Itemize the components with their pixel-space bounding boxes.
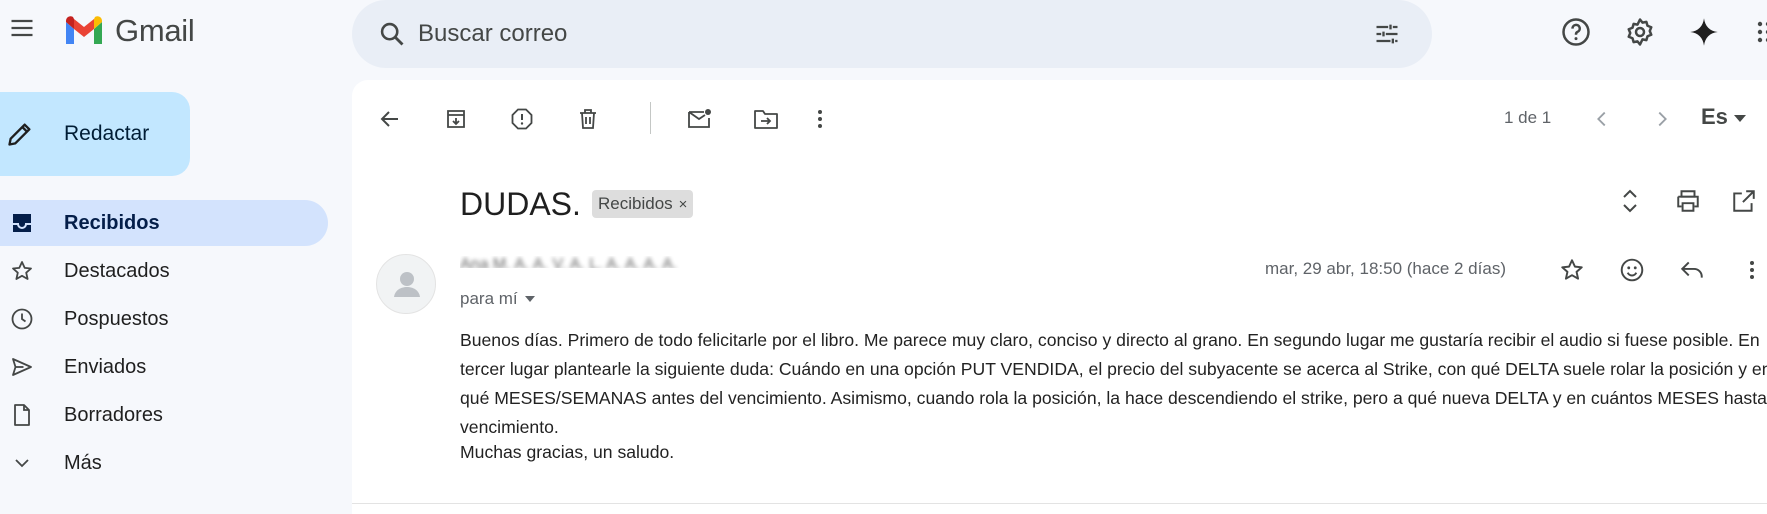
search-input[interactable] bbox=[418, 14, 1318, 54]
star-icon bbox=[10, 259, 34, 283]
sender-avatar[interactable] bbox=[376, 254, 436, 314]
sidebar-item-starred[interactable]: Destacados bbox=[0, 248, 328, 294]
sidebar-item-label: Borradores bbox=[64, 404, 163, 426]
open-new-window-icon[interactable] bbox=[1726, 183, 1762, 219]
archive-icon[interactable] bbox=[438, 101, 474, 137]
pencil-icon bbox=[6, 120, 34, 148]
email-subject: DUDAS. bbox=[460, 186, 581, 222]
mark-unread-icon[interactable] bbox=[682, 101, 718, 137]
sidebar-item-snoozed[interactable]: Pospuestos bbox=[0, 296, 328, 342]
email-body: Buenos días. Primero de todo felicitarle… bbox=[460, 330, 1767, 437]
compose-button[interactable]: Redactar bbox=[0, 92, 190, 176]
newer-chevron-left-icon[interactable] bbox=[1584, 101, 1620, 137]
sidebar-item-drafts[interactable]: Borradores bbox=[0, 392, 328, 438]
sidebar-item-label: Pospuestos bbox=[64, 308, 169, 330]
help-icon[interactable] bbox=[1556, 12, 1596, 52]
remove-label-icon[interactable]: × bbox=[679, 196, 688, 213]
settings-gear-icon[interactable] bbox=[1620, 12, 1660, 52]
toolbar-divider bbox=[650, 102, 651, 134]
message-divider bbox=[352, 503, 1767, 504]
clock-icon bbox=[10, 307, 34, 331]
recipient-dropdown-icon bbox=[524, 296, 535, 302]
email-date: mar, 29 abr, 18:50 (hace 2 días) bbox=[1265, 259, 1506, 278]
print-icon[interactable] bbox=[1670, 183, 1706, 219]
label-chip-text: Recibidos bbox=[598, 194, 673, 213]
sender-name-redacted[interactable]: Ana M. A. A. V. A. L. A. A. A. A. bbox=[460, 256, 860, 268]
draft-icon bbox=[10, 403, 34, 427]
sidebar-item-more[interactable]: Más bbox=[0, 440, 328, 486]
inbox-icon bbox=[10, 211, 34, 235]
email-view: 1 de 1 Es DUDAS. Recibidos × Ana M. A. A… bbox=[352, 80, 1767, 514]
gemini-sparkle-icon[interactable] bbox=[1684, 12, 1724, 52]
sidebar-item-label: Enviados bbox=[64, 356, 147, 378]
reply-arrow-icon[interactable] bbox=[1674, 252, 1710, 288]
sidebar-item-sent[interactable]: Enviados bbox=[0, 344, 328, 390]
search-bar[interactable] bbox=[352, 0, 1432, 68]
report-spam-icon[interactable] bbox=[504, 101, 540, 137]
main-menu-icon[interactable] bbox=[4, 10, 40, 46]
older-chevron-right-icon[interactable] bbox=[1644, 101, 1680, 137]
sidebar-item-label: Más bbox=[64, 452, 102, 474]
gmail-m-icon bbox=[66, 16, 102, 44]
language-dropdown-caret-icon[interactable] bbox=[1730, 100, 1750, 136]
more-options-icon[interactable] bbox=[802, 101, 838, 137]
star-toggle-icon[interactable] bbox=[1554, 252, 1590, 288]
search-icon[interactable] bbox=[372, 14, 412, 54]
move-to-folder-icon[interactable] bbox=[748, 101, 784, 137]
label-chip-inbox[interactable]: Recibidos × bbox=[592, 190, 694, 218]
app-name: Gmail bbox=[115, 13, 195, 48]
input-tools-language[interactable]: Es bbox=[1701, 104, 1728, 130]
add-reaction-emoji-icon[interactable] bbox=[1614, 252, 1650, 288]
recipient-label: para mí bbox=[460, 289, 518, 308]
recipient-details[interactable]: para mí bbox=[460, 289, 536, 309]
default-avatar-icon bbox=[394, 272, 420, 297]
delete-trash-icon[interactable] bbox=[570, 101, 606, 137]
sidebar-item-label: Destacados bbox=[64, 260, 170, 282]
search-options-icon[interactable] bbox=[1367, 14, 1407, 54]
gmail-logo[interactable]: Gmail bbox=[63, 13, 195, 49]
send-icon bbox=[10, 355, 34, 379]
compose-label: Redactar bbox=[64, 122, 150, 145]
sidebar-item-inbox[interactable]: Recibidos bbox=[0, 200, 328, 246]
sidebar-item-label: Recibidos bbox=[64, 212, 160, 234]
apps-grid-icon[interactable] bbox=[1748, 12, 1767, 52]
pagination-count: 1 de 1 bbox=[1504, 108, 1552, 127]
back-arrow-icon[interactable] bbox=[372, 101, 408, 137]
chevron-down-icon bbox=[10, 451, 34, 475]
expand-all-icon[interactable] bbox=[1612, 183, 1648, 219]
message-more-options-icon[interactable] bbox=[1734, 252, 1767, 288]
email-body-closing: Muchas gracias, un saludo. bbox=[460, 442, 675, 462]
